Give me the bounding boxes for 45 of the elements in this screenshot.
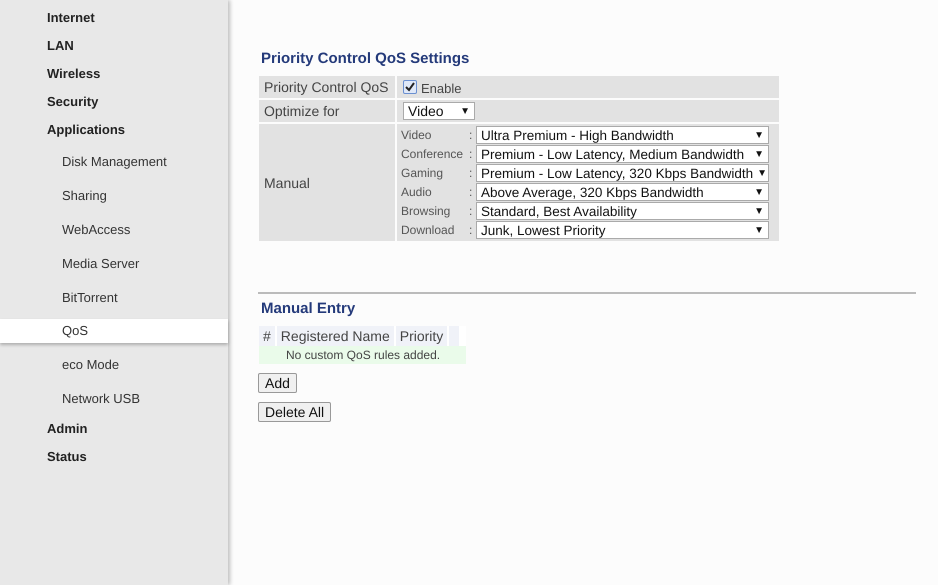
sidebar-subitem[interactable]: Network USB	[0, 382, 228, 416]
sidebar-subitem[interactable]: eco Mode	[0, 348, 228, 382]
priority-dropdown[interactable]: Junk, Lowest Priority ▼	[476, 221, 769, 239]
colon: :	[469, 185, 474, 199]
category-label: Video	[401, 128, 432, 142]
colon: :	[469, 128, 474, 142]
colon: :	[469, 166, 474, 180]
category-label: Audio	[401, 185, 433, 199]
sidebar-item[interactable]: Status	[0, 448, 228, 476]
sidebar-item[interactable]: Security	[0, 93, 228, 121]
column-header: #	[259, 326, 275, 346]
column-header: Registered Name	[276, 326, 394, 346]
priority-dropdown[interactable]: Above Average, 320 Kbps Bandwidth ▼	[476, 183, 769, 201]
sidebar-item[interactable]: Wireless	[0, 65, 228, 93]
sidebar-subitem[interactable]: BitTorrent	[0, 281, 228, 315]
section-title: Priority Control QoS Settings	[261, 50, 470, 67]
empty-message: No custom QoS rules added.	[259, 346, 466, 364]
priority-dropdown[interactable]: Premium - Low Latency, Medium Bandwidth ▼	[476, 145, 769, 163]
action-button[interactable]: Delete All	[258, 402, 332, 422]
sidebar-subitem[interactable]: WebAccess	[0, 213, 228, 247]
colon: :	[469, 223, 474, 237]
checkbox-label: Enable	[421, 81, 462, 96]
sidebar-subitem[interactable]: QoS	[0, 319, 228, 343]
section-title: Manual Entry	[261, 300, 356, 317]
priority-dropdown[interactable]: Standard, Best Availability ▼	[476, 202, 769, 220]
category-label: Gaming	[401, 166, 444, 180]
sidebar-item[interactable]: Internet	[0, 9, 228, 37]
column-header: Priority	[396, 326, 448, 346]
category-label: Browsing	[401, 204, 452, 218]
colon: :	[469, 204, 474, 218]
action-button[interactable]: Add	[258, 373, 297, 393]
row-label: Priority Control QoS	[259, 76, 395, 98]
category-label: Download	[401, 223, 456, 237]
row-label: Optimize for	[259, 100, 395, 122]
sidebar-subitem[interactable]: Sharing	[0, 179, 228, 213]
row-label: Manual	[259, 124, 395, 241]
priority-dropdown[interactable]: Premium - Low Latency, 320 Kbps Bandwidth ▼	[476, 164, 769, 182]
sidebar-item[interactable]: Admin	[0, 420, 228, 448]
colon: :	[469, 147, 474, 161]
category-label: Conference	[401, 147, 464, 161]
priority-dropdown[interactable]: Ultra Premium - High Bandwidth ▼	[476, 126, 769, 144]
sidebar-subitem[interactable]: Media Server	[0, 247, 228, 281]
sidebar-item[interactable]: LAN	[0, 37, 228, 65]
optimize-dropdown[interactable]: Video ▼	[403, 102, 475, 120]
checkbox[interactable]	[403, 80, 417, 94]
